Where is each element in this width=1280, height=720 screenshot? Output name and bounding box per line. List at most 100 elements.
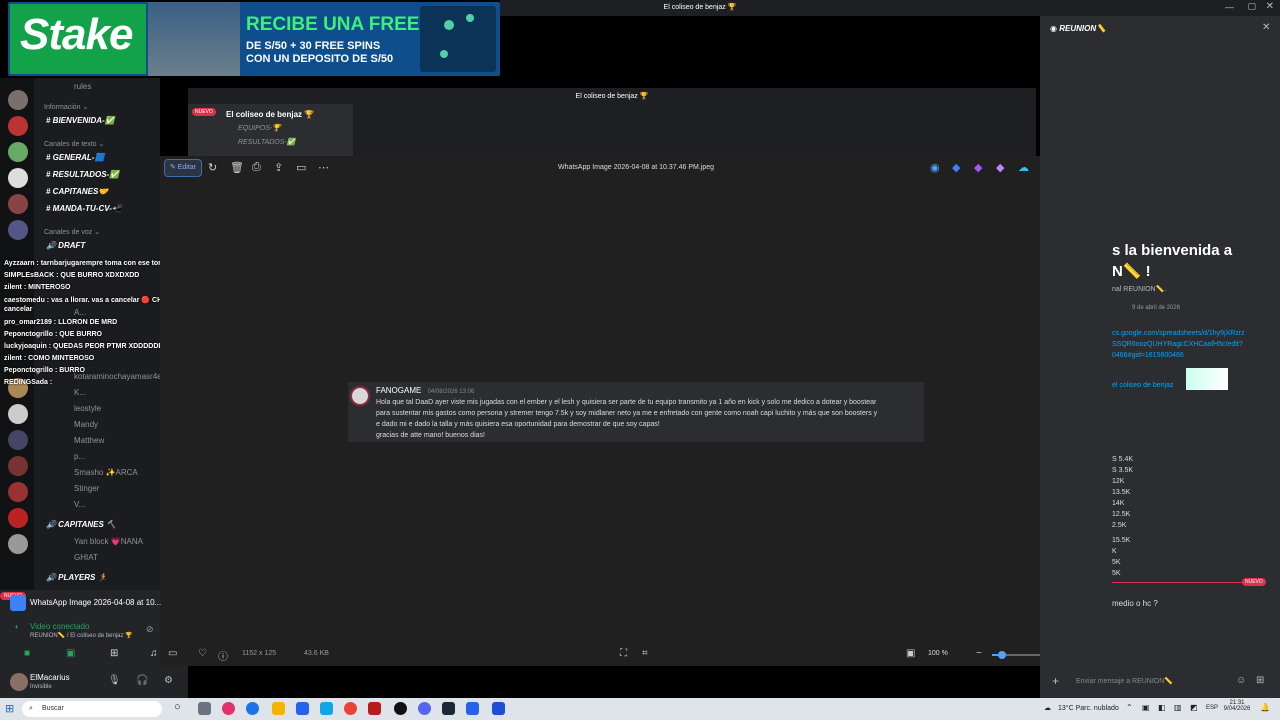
add-attachment-icon[interactable]: + — [1052, 674, 1059, 688]
server-icon[interactable] — [8, 116, 28, 136]
whatsapp-image-title[interactable]: WhatsApp Image 2026-04-08 at 10... — [30, 598, 161, 607]
apps-icon[interactable]: ⊞ — [1256, 675, 1264, 686]
zoom-out-icon[interactable]: − — [976, 648, 982, 659]
explorer-icon[interactable] — [272, 702, 285, 715]
spreadsheet-link-2[interactable]: SSQR6oozQUHYRagcCXHCaafH5c/edit? — [1112, 341, 1243, 348]
close-icon[interactable]: ✕ — [1266, 1, 1274, 12]
activities-icon[interactable]: ⊞ — [110, 648, 118, 659]
spreadsheet-link[interactable]: cs.google.com/spreadsheets/d/1hy9jXRzrz — [1112, 330, 1245, 337]
clipchamp-icon[interactable]: ◆ — [974, 161, 982, 174]
weather-icon[interactable]: ☁ — [1044, 704, 1051, 712]
member-item[interactable]: rules — [74, 82, 91, 91]
actual-size-icon[interactable]: ▣ — [906, 648, 915, 659]
stake-ad-banner[interactable]: Stake RECIBE UNA FREEBET DE S/50 + 30 FR… — [8, 2, 500, 76]
channel-category[interactable]: Información ⌄ — [44, 103, 88, 111]
task-view-icon[interactable]: ○ — [174, 701, 187, 714]
avatar[interactable] — [10, 673, 28, 691]
start-icon[interactable]: ⊞ — [5, 702, 14, 715]
maximize-icon[interactable]: ▢ — [1247, 1, 1256, 12]
member-item[interactable]: V... — [74, 500, 85, 509]
microphone-icon[interactable]: 🎙 — [108, 675, 121, 686]
channel-category[interactable]: Canales de voz ⌄ — [44, 228, 100, 236]
server-icon[interactable] — [8, 456, 28, 476]
server-icon[interactable] — [8, 142, 28, 162]
recorder-icon[interactable] — [368, 702, 381, 715]
copilot-icon[interactable]: ◉ — [930, 161, 940, 174]
channel-item[interactable]: # BIENVENIDA-✅ — [46, 116, 115, 125]
message-input[interactable]: Enviar mensaje a REUNION📏 — [1076, 677, 1173, 685]
chrome-icon[interactable] — [344, 702, 357, 715]
zoom-level[interactable]: 100 % — [928, 650, 948, 657]
tray-icon[interactable]: ▥ — [1174, 703, 1182, 712]
tray-chevron-icon[interactable]: ⌃ — [1126, 703, 1133, 712]
designer-icon[interactable]: ◆ — [952, 161, 960, 174]
onedrive-icon[interactable]: ☁ — [1018, 161, 1029, 174]
member-item[interactable]: Smasho ✨ARCA — [74, 468, 138, 477]
notifications-icon[interactable]: 🔔 — [1260, 703, 1270, 712]
store-icon[interactable] — [296, 702, 309, 715]
channel-item[interactable]: # MANDA-TU-CV-📲 — [46, 204, 122, 213]
channel-category[interactable]: Canales de texto ⌄ — [44, 140, 104, 148]
channel-item[interactable]: # GENERAL-🟦 — [46, 153, 104, 162]
server-icon[interactable] — [8, 508, 28, 528]
filmstrip-icon[interactable]: ▭ — [168, 648, 177, 659]
server-icon[interactable] — [8, 90, 28, 110]
server-icon[interactable] — [8, 194, 28, 214]
discord-icon[interactable] — [418, 702, 431, 715]
spreadsheet-link-3[interactable]: 0466#gid=1615600466 — [1112, 352, 1184, 359]
crop-icon[interactable]: ⌗ — [642, 648, 648, 659]
settings-gear-icon[interactable]: ⚙ — [164, 675, 173, 686]
disconnect-icon[interactable]: ⊘ — [146, 624, 154, 635]
member-item[interactable]: Matthew — [74, 436, 104, 445]
screenshare-icon[interactable]: ▣ — [66, 648, 75, 659]
tray-icon[interactable]: ◧ — [1158, 703, 1166, 712]
embed-link[interactable]: el coliseo de benjaz — [1112, 382, 1174, 389]
clock[interactable]: 21:31 9/04/2026 — [1222, 700, 1252, 712]
voice-status[interactable]: Video conectado — [30, 622, 89, 631]
server-icon[interactable] — [8, 534, 28, 554]
server-icon[interactable] — [8, 430, 28, 450]
bg-channel-1[interactable]: EQUIPOS-🏆 — [238, 124, 281, 132]
channel-item[interactable]: # RESULTADOS-✅ — [46, 170, 119, 179]
widgets-icon[interactable] — [198, 702, 211, 715]
username[interactable]: ElMacarius — [30, 673, 70, 682]
channel-item[interactable]: 🔊 PLAYERS 🏃 — [46, 573, 108, 582]
camera-icon[interactable]: ■ — [24, 648, 30, 659]
steam-icon[interactable] — [442, 702, 455, 715]
server-icon[interactable] — [8, 404, 28, 424]
bg-channel-2[interactable]: RESULTADOS-✅ — [238, 138, 295, 146]
tray-icon[interactable]: ◩ — [1190, 703, 1198, 712]
member-item[interactable]: Mandy — [74, 420, 98, 429]
member-item[interactable]: kotaraminochayamasr4ev... — [74, 372, 172, 381]
channel-item[interactable]: 🔊 DRAFT — [46, 241, 85, 250]
edge-icon[interactable] — [246, 702, 259, 715]
mail-icon[interactable] — [320, 702, 333, 715]
info-icon[interactable]: ⓘ — [218, 648, 228, 663]
server-icon[interactable] — [8, 168, 28, 188]
server-icon[interactable] — [8, 220, 28, 240]
channel-item[interactable]: # CAPITANES🤝 — [46, 187, 108, 196]
headphones-icon[interactable]: 🎧 — [136, 675, 148, 686]
obs-icon[interactable] — [394, 702, 407, 715]
soundboard-icon[interactable]: ♫ — [150, 648, 158, 659]
taskbar-search[interactable]: ⌕ Buscar — [22, 701, 162, 717]
photos-icon[interactable] — [492, 702, 505, 715]
paint-icon[interactable]: ◆ — [996, 161, 1004, 174]
member-item[interactable]: Yan block 💗NANA — [74, 537, 143, 546]
channel-item[interactable]: 🔊 CAPITANES 🔨 — [46, 520, 116, 529]
fit-icon[interactable]: ⛶ — [620, 648, 627, 659]
language-indicator[interactable]: ESP — [1206, 705, 1218, 711]
server-icon[interactable] — [8, 482, 28, 502]
favorite-icon[interactable]: ♡ — [198, 648, 207, 659]
member-item[interactable]: A... — [74, 308, 86, 317]
emoji-icon[interactable]: ☺ — [1236, 675, 1246, 686]
app-icon[interactable] — [222, 702, 235, 715]
member-item[interactable]: K... — [74, 388, 86, 397]
member-item[interactable]: Stinger — [74, 484, 99, 493]
close-panel-icon[interactable]: ✕ — [1262, 22, 1270, 33]
member-item[interactable]: GHIAT — [74, 553, 98, 562]
member-item[interactable]: leostyle — [74, 404, 101, 413]
weather-text[interactable]: 13°C Parc. nublado — [1058, 705, 1119, 712]
app-icon[interactable] — [466, 702, 479, 715]
minimize-icon[interactable]: — — [1225, 2, 1234, 12]
